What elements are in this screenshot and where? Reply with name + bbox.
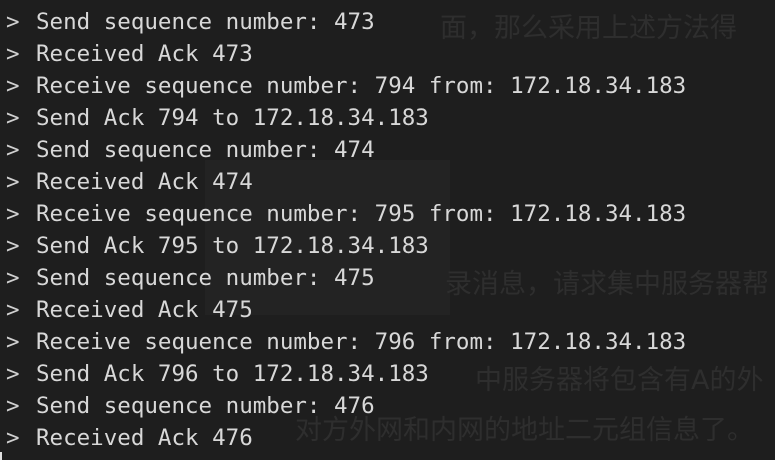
terminal-line: > Receive sequence number: 796 from: 172.… (0, 326, 775, 358)
terminal-line: > Send Ack 795 to 172.18.34.183 (0, 230, 775, 262)
text-cursor (0, 452, 2, 460)
prompt-symbol: > (6, 297, 20, 323)
prompt-symbol: > (6, 425, 20, 451)
terminal-line: > Send sequence number: 474 (0, 134, 775, 166)
prompt-symbol: > (6, 201, 20, 227)
prompt-symbol: > (6, 137, 20, 163)
line-text: Received Ack 474 (36, 169, 253, 195)
line-text: Receive sequence number: 795 from: 172.1… (36, 201, 687, 227)
prompt-symbol: > (6, 9, 20, 35)
prompt-symbol: > (6, 393, 20, 419)
prompt-symbol: > (6, 169, 20, 195)
prompt-symbol: > (6, 73, 20, 99)
line-text: Send Ack 796 to 172.18.34.183 (36, 361, 429, 387)
line-text: Send sequence number: 474 (36, 137, 375, 163)
line-text: Receive sequence number: 794 from: 172.1… (36, 73, 687, 99)
line-text: Receive sequence number: 796 from: 172.1… (36, 329, 687, 355)
terminal-line: > Receive sequence number: 795 from: 172.… (0, 198, 775, 230)
terminal-line: > Received Ack 476 (0, 422, 775, 454)
terminal-line: > Received Ack 474 (0, 166, 775, 198)
line-text: Received Ack 473 (36, 41, 253, 67)
terminal-line: > Received Ack 473 (0, 38, 775, 70)
line-text: Received Ack 476 (36, 425, 253, 451)
line-text: Send sequence number: 476 (36, 393, 375, 419)
terminal-line: > Send Ack 794 to 172.18.34.183 (0, 102, 775, 134)
line-text: Send Ack 794 to 172.18.34.183 (36, 105, 429, 131)
prompt-symbol: > (6, 329, 20, 355)
prompt-symbol: > (6, 233, 20, 259)
terminal-window[interactable]: 面，那么采用上述方法得 录消息，请求集中服务器帮 中服务器将包含有A的外 对方外… (0, 0, 775, 460)
line-text: Send sequence number: 473 (36, 9, 375, 35)
prompt-symbol: > (6, 105, 20, 131)
terminal-line: > Received Ack 475 (0, 294, 775, 326)
line-text: Received Ack 475 (36, 297, 253, 323)
terminal-line: > Send sequence number: 475 (0, 262, 775, 294)
prompt-symbol: > (6, 361, 20, 387)
terminal-line: > Send sequence number: 476 (0, 390, 775, 422)
prompt-symbol: > (6, 41, 20, 67)
terminal-line: > Receive sequence number: 794 from: 172.… (0, 70, 775, 102)
terminal-line: > Send Ack 796 to 172.18.34.183 (0, 358, 775, 390)
prompt-symbol: > (6, 265, 20, 291)
line-text: Send sequence number: 475 (36, 265, 375, 291)
line-text: Send Ack 795 to 172.18.34.183 (36, 233, 429, 259)
terminal-line: > Send sequence number: 473 (0, 6, 775, 38)
